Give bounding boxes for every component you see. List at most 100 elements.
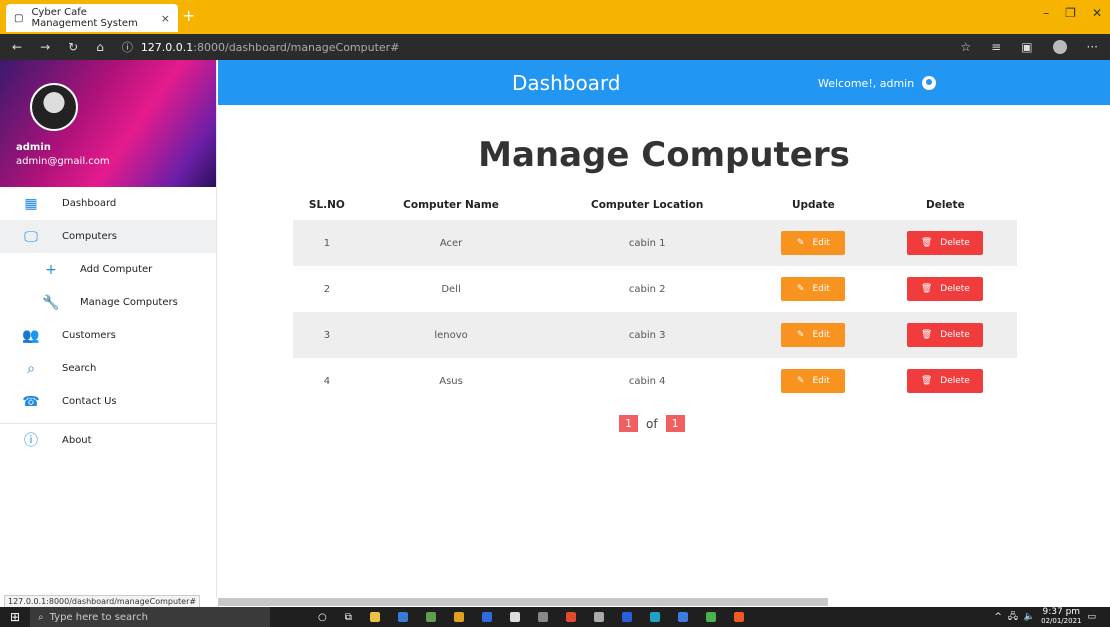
delete-button[interactable]: 🗑 Delete (907, 323, 984, 347)
task-view-icon[interactable]: ⧉ (345, 612, 352, 623)
edit-button[interactable]: ✎ Edit (781, 323, 846, 347)
monitor-icon: 🖵 (24, 228, 38, 245)
edit-button[interactable]: ✎ Edit (781, 369, 846, 393)
pagination: 1 of 1 (619, 415, 685, 432)
edit-button[interactable]: ✎ Edit (781, 277, 846, 301)
sidebar-item-contact-us[interactable]: ☎ Contact Us (0, 385, 216, 418)
trash-icon: 🗑 (920, 238, 933, 248)
home-icon[interactable]: ⌂ (96, 40, 104, 54)
edge-icon[interactable] (649, 612, 660, 622)
welcome-text: Welcome!, admin (818, 76, 915, 90)
cell-name: lenovo (360, 312, 542, 358)
os-taskbar: ⊞ ⌕ Type here to search ○ ⧉ ^ 🖧 🔈 9:37 p… (0, 607, 1110, 627)
browser-tab[interactable]: ▢ Cyber Cafe Management System × (6, 4, 178, 32)
dashboard-grid-icon: ▦ (24, 195, 38, 212)
xampp-icon[interactable] (733, 612, 744, 622)
sidebar-item-add-computer[interactable]: + Add Computer (0, 253, 216, 286)
sidebar-item-manage-computers[interactable]: 🔧 Manage Computers (0, 286, 216, 319)
profile-banner: admin admin@gmail.com (0, 60, 216, 187)
windows-start-icon[interactable]: ⊞ (0, 610, 30, 624)
sidebar-item-computers[interactable]: 🖵 Computers (0, 220, 216, 253)
cell-location: cabin 1 (541, 220, 754, 266)
calculator-icon[interactable] (537, 612, 548, 622)
info-icon: ⓘ (121, 41, 133, 54)
clock-date: 02/01/2021 (1041, 617, 1082, 625)
total-pages-button[interactable]: 1 (665, 415, 685, 432)
pencil-icon: ✎ (796, 238, 805, 248)
brave-icon[interactable] (565, 612, 576, 622)
delete-button[interactable]: 🗑 Delete (907, 369, 984, 393)
tab-close-icon[interactable]: × (161, 12, 170, 25)
address-bar: ← → ↻ ⌂ ⓘ 127.0.0.1:8000/dashboard/manag… (0, 34, 1110, 60)
favorite-star-icon[interactable]: ☆ (960, 40, 971, 54)
notifications-icon[interactable]: ▭ (1087, 612, 1096, 622)
pencil-icon: ✎ (796, 376, 805, 386)
column-header: Update (791, 199, 835, 211)
collections-icon[interactable]: ▣ (1021, 40, 1032, 54)
edit-label: Edit (812, 238, 830, 248)
restore-icon[interactable]: ❐ (1065, 6, 1076, 20)
horizontal-scrollbar[interactable] (218, 598, 828, 606)
page-title: Manage Computers (478, 135, 850, 175)
app-icon[interactable] (481, 612, 492, 622)
refresh-icon[interactable]: ↻ (68, 40, 78, 54)
pycharm-icon[interactable] (705, 612, 716, 622)
profile-name: admin (16, 142, 51, 153)
sidebar-item-label: Add Computer (80, 264, 153, 275)
cell-location: cabin 4 (628, 375, 666, 387)
profile-icon[interactable] (1052, 40, 1067, 54)
taskbar-search[interactable]: ⌕ Type here to search (30, 607, 270, 627)
table-row: 2 Dell cabin 2 ✎ Edit 🗑 Delete (293, 266, 1017, 312)
search-icon: ⌕ (27, 360, 35, 377)
app-icon[interactable] (425, 612, 436, 622)
minimize-icon[interactable]: – (1043, 6, 1049, 20)
network-icon[interactable]: 🖧 (1008, 609, 1018, 625)
word-icon[interactable] (621, 612, 632, 622)
file-explorer-icon[interactable] (369, 612, 380, 622)
pencil-icon: ✎ (796, 330, 805, 340)
back-icon[interactable]: ← (12, 40, 22, 54)
cell-location: cabin 3 (541, 312, 754, 358)
info-circle-icon: ⓘ (24, 433, 38, 449)
delete-label: Delete (940, 376, 970, 386)
new-tab-button[interactable]: + (182, 6, 195, 25)
chevron-up-icon[interactable]: ^ (994, 612, 1002, 622)
edit-label: Edit (812, 284, 830, 294)
phone-icon: ☎ (22, 393, 40, 410)
browser-tab-bar: ▢ Cyber Cafe Management System × + – ❐ ✕ (0, 0, 1110, 34)
cortana-icon[interactable]: ○ (318, 612, 327, 623)
clock[interactable]: 9:37 pm 02/01/2021 (1041, 608, 1081, 626)
table-row: 3 lenovo cabin 3 ✎ Edit 🗑 Delete (293, 312, 1017, 358)
store-icon[interactable] (453, 612, 464, 622)
sidebar-item-label: Search (62, 363, 97, 374)
volume-icon[interactable]: 🔈 (1024, 612, 1035, 622)
forward-icon[interactable]: → (40, 40, 50, 54)
sidebar-item-dashboard[interactable]: ▦ Dashboard (0, 187, 216, 220)
trash-icon: 🗑 (920, 284, 933, 294)
delete-label: Delete (940, 330, 970, 340)
favorites-list-icon[interactable]: ≡ (991, 40, 1001, 54)
delete-button[interactable]: 🗑 Delete (907, 277, 984, 301)
edit-button[interactable]: ✎ Edit (781, 231, 846, 255)
welcome-user[interactable]: Welcome!, admin (818, 76, 937, 90)
delete-button[interactable]: 🗑 Delete (907, 231, 984, 255)
app-icon[interactable] (397, 612, 408, 622)
sidebar-item-search[interactable]: ⌕ Search (0, 352, 216, 385)
plus-icon: + (45, 261, 57, 278)
more-icon[interactable]: ··· (1087, 40, 1098, 54)
pencil-icon: ✎ (796, 284, 805, 294)
tab-title: Cyber Cafe Management System (31, 7, 138, 29)
app-icon[interactable] (593, 612, 604, 622)
sidebar-item-customers[interactable]: 👥 Customers (0, 319, 216, 352)
sidebar: admin admin@gmail.com ▦ Dashboard 🖵 Comp… (0, 60, 217, 598)
header-title: Dashboard (512, 71, 621, 95)
sidebar-menu: ▦ Dashboard 🖵 Computers + Add Computer 🔧… (0, 187, 216, 456)
user-circle-icon[interactable] (922, 76, 937, 90)
close-window-icon[interactable]: ✕ (1092, 6, 1102, 20)
mail-icon[interactable] (509, 612, 520, 622)
sidebar-item-about[interactable]: ⓘ About (0, 423, 216, 456)
cell-name: Acer (360, 220, 542, 266)
app-icon[interactable] (677, 612, 688, 622)
url-field[interactable]: ⓘ 127.0.0.1:8000/dashboard/manageCompute… (122, 39, 400, 55)
current-page-button[interactable]: 1 (619, 415, 638, 432)
